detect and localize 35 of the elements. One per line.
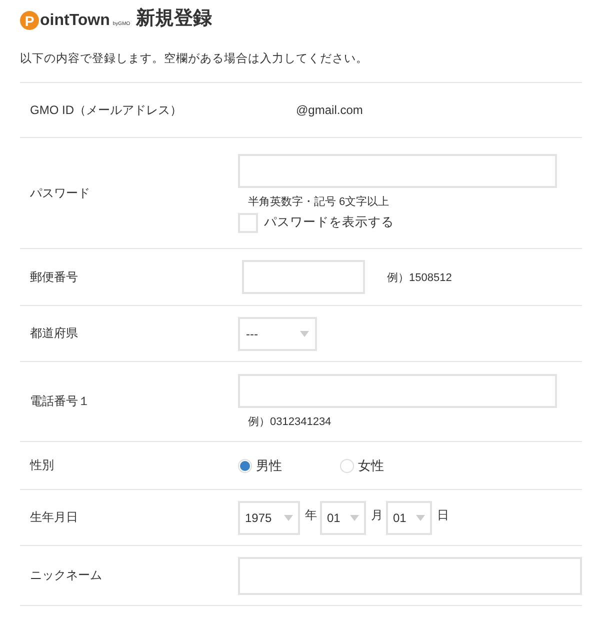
prefecture-select[interactable]: ---: [238, 316, 317, 350]
date-select[interactable]: 01: [320, 500, 366, 534]
date-select[interactable]: 01: [386, 500, 432, 534]
date-unit: 日: [437, 507, 449, 524]
example-text: 例）1508512: [387, 270, 452, 284]
show-password-checkbox[interactable]: [238, 212, 258, 232]
caret-icon: [284, 514, 293, 520]
field-label: 性別: [28, 457, 55, 474]
postal-code-field[interactable]: [242, 260, 365, 294]
field-label: 都道府県: [29, 325, 79, 342]
radio-button[interactable]: [340, 458, 354, 472]
caret-icon: [350, 514, 359, 520]
password-hint: 半角英数字・記号 6文字以上: [247, 194, 390, 208]
date-unit: 年: [305, 507, 317, 524]
date-select[interactable]: 1975: [238, 500, 300, 534]
field-label: GMO ID（メールアドレス）: [29, 102, 183, 118]
email-value: @gmail.com: [296, 103, 364, 117]
radio-button[interactable]: [238, 458, 252, 472]
caret-icon: [416, 514, 425, 520]
password-field[interactable]: [238, 154, 557, 188]
show-password-label: パスワードを表示する: [264, 214, 394, 231]
radio-label: 女性: [358, 456, 384, 474]
page-title: 新規登録: [136, 8, 212, 30]
date-unit: 月: [371, 507, 383, 524]
phone-field[interactable]: [238, 374, 557, 408]
intro-text: 以下の内容で登録します。空欄がある場合は入力してください。: [20, 51, 369, 67]
field-label: 生年月日: [29, 509, 79, 526]
radio-label: 男性: [256, 456, 282, 474]
field-label: 電話番号１: [29, 393, 91, 410]
example-text: 例）0312341234: [247, 415, 332, 429]
field-label: 郵便番号: [29, 268, 79, 286]
field-label: ニックネーム: [29, 567, 103, 584]
caret-icon: [300, 330, 309, 336]
nickname-field[interactable]: [238, 556, 582, 594]
field-label: パスワード: [29, 184, 91, 202]
